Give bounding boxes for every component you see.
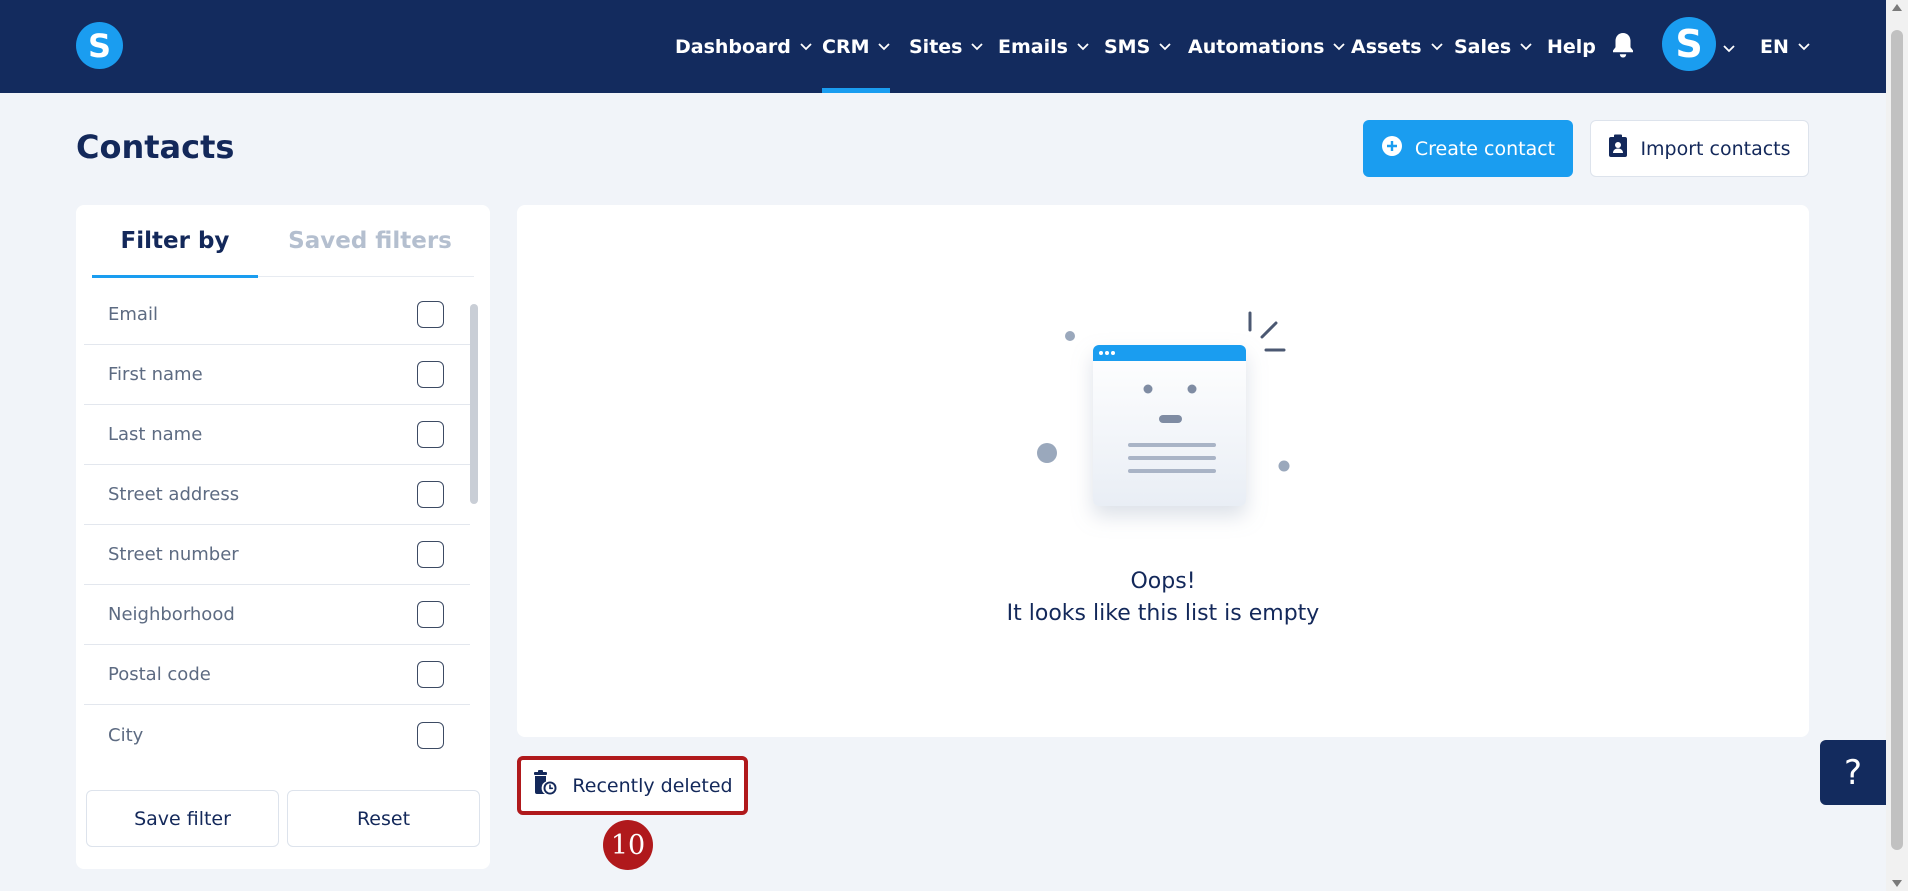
nav-sms-label: SMS — [1104, 35, 1151, 58]
filter-row-neighborhood[interactable]: Neighborhood — [84, 585, 470, 645]
create-contact-label: Create contact — [1414, 137, 1556, 160]
nav-emails[interactable]: Emails — [998, 0, 1089, 93]
chevron-down-icon[interactable] — [1723, 38, 1735, 57]
nav-sales[interactable]: Sales — [1454, 0, 1532, 93]
empty-state-title: Oops! — [1130, 569, 1196, 594]
filter-row-street-address[interactable]: Street address — [84, 465, 470, 525]
tab-filter-by[interactable]: Filter by — [92, 205, 258, 278]
nav-dashboard-label: Dashboard — [675, 35, 791, 58]
nav-crm-label: CRM — [822, 35, 870, 58]
nav-automations-label: Automations — [1188, 35, 1325, 58]
filter-checkbox[interactable] — [417, 361, 444, 388]
chevron-down-icon — [1333, 42, 1346, 51]
page-scrollbar[interactable] — [1886, 0, 1908, 891]
filter-checkbox[interactable] — [417, 661, 444, 688]
filter-field-list: Email First name Last name Street addres… — [84, 285, 470, 765]
import-contacts-button[interactable]: Import contacts — [1590, 120, 1809, 177]
nav-assets[interactable]: Assets — [1351, 0, 1443, 93]
nav-assets-label: Assets — [1351, 35, 1422, 58]
filter-panel: Filter by Saved filters Email First name… — [76, 205, 490, 869]
filter-checkbox[interactable] — [417, 721, 444, 749]
chevron-down-icon — [878, 42, 891, 51]
filter-label: Postal code — [108, 664, 211, 685]
plus-circle-icon — [1381, 135, 1403, 162]
filter-checkbox[interactable] — [417, 421, 444, 448]
step-number-badge: 10 — [603, 820, 653, 870]
trash-clock-icon — [532, 770, 558, 801]
nav-crm[interactable]: CRM — [822, 0, 891, 93]
filter-checkbox[interactable] — [417, 541, 444, 568]
save-filter-button[interactable]: Save filter — [86, 790, 279, 847]
scroll-down-arrow-icon[interactable] — [1892, 880, 1902, 887]
nav-sites-label: Sites — [909, 35, 963, 58]
tab-saved-filters[interactable]: Saved filters — [270, 205, 470, 277]
contacts-list-card: Oops! It looks like this list is empty — [517, 205, 1809, 737]
filter-checkbox[interactable] — [417, 301, 444, 328]
help-widget-button[interactable]: ? — [1820, 740, 1886, 805]
filter-row-postal-code[interactable]: Postal code — [84, 645, 470, 705]
empty-state-message: It looks like this list is empty — [1006, 601, 1320, 626]
user-avatar[interactable]: S — [1662, 17, 1716, 71]
nav-sites[interactable]: Sites — [909, 0, 984, 93]
bell-icon[interactable] — [1611, 31, 1635, 59]
recently-deleted-button[interactable]: Recently deleted — [517, 756, 748, 815]
reset-button[interactable]: Reset — [287, 790, 480, 847]
filter-label: Street address — [108, 484, 240, 505]
filter-checkbox[interactable] — [417, 601, 444, 628]
chevron-down-icon — [800, 42, 812, 51]
contact-card-icon — [1608, 134, 1628, 163]
import-contacts-label: Import contacts — [1640, 137, 1791, 160]
nav-help[interactable]: Help — [1547, 0, 1596, 93]
filter-tabs: Filter by Saved filters — [92, 205, 474, 278]
scrollbar-thumb[interactable] — [470, 304, 478, 504]
language-label: EN — [1760, 35, 1789, 58]
nav-automations[interactable]: Automations — [1188, 0, 1346, 93]
filter-list-scrollbar[interactable] — [470, 298, 478, 758]
nav-sms[interactable]: SMS — [1104, 0, 1171, 93]
create-contact-button[interactable]: Create contact — [1363, 120, 1573, 177]
scroll-up-arrow-icon[interactable] — [1892, 4, 1902, 11]
top-navigation: S Dashboard CRM Sites Emails SMS Automat… — [0, 0, 1886, 93]
filter-row-street-number[interactable]: Street number — [84, 525, 470, 585]
recently-deleted-label: Recently deleted — [572, 774, 733, 797]
filter-label: City — [108, 724, 144, 746]
filter-label: Neighborhood — [108, 604, 235, 625]
filter-row-first-name[interactable]: First name — [84, 345, 470, 405]
nav-help-label: Help — [1547, 35, 1596, 58]
filter-label: Street number — [108, 544, 239, 565]
chevron-down-icon — [1159, 42, 1171, 51]
chevron-down-icon — [971, 42, 984, 51]
filter-row-last-name[interactable]: Last name — [84, 405, 470, 465]
empty-list-illustration — [1017, 305, 1317, 545]
nav-dashboard[interactable]: Dashboard — [675, 0, 812, 93]
chevron-down-icon — [1520, 42, 1532, 51]
page-title: Contacts — [76, 128, 235, 166]
main-menu: Dashboard CRM Sites Emails SMS Automatio… — [0, 0, 1886, 93]
filter-label: First name — [108, 364, 203, 385]
filter-row-email[interactable]: Email — [84, 285, 470, 345]
filter-label: Last name — [108, 424, 203, 445]
filter-row-city[interactable]: City — [84, 705, 470, 765]
nav-sales-label: Sales — [1454, 35, 1512, 58]
filter-label: Email — [108, 304, 158, 325]
nav-emails-label: Emails — [998, 35, 1068, 58]
chevron-down-icon — [1077, 42, 1089, 51]
language-selector[interactable]: EN — [1760, 0, 1810, 93]
chevron-down-icon — [1798, 42, 1810, 51]
filter-checkbox[interactable] — [417, 481, 444, 508]
chevron-down-icon — [1430, 42, 1443, 51]
page-scrollbar-thumb[interactable] — [1891, 30, 1903, 850]
